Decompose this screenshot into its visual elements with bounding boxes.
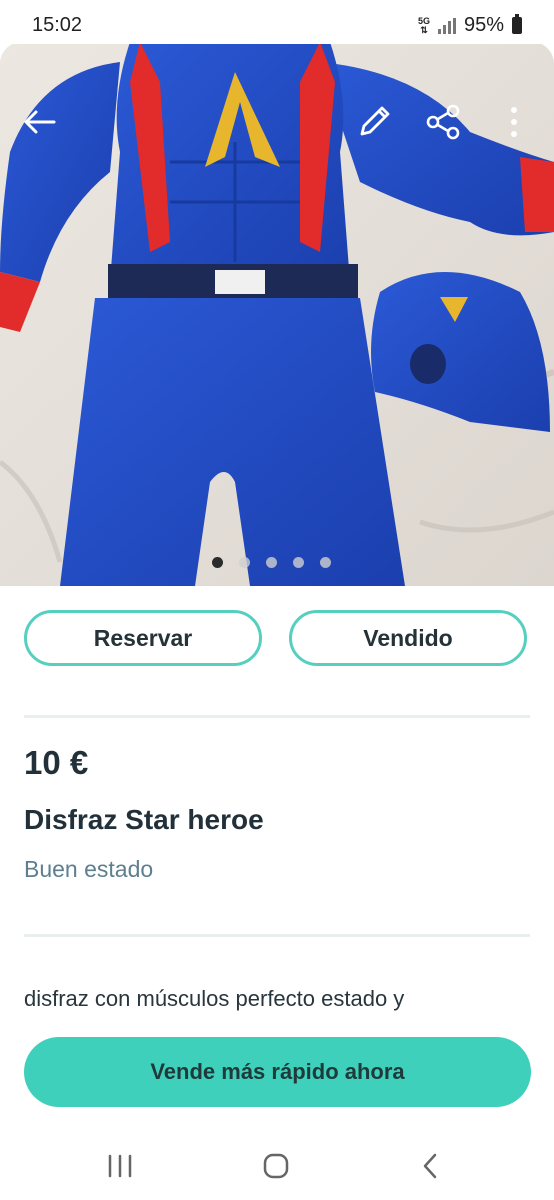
sold-button[interactable]: Vendido [289, 610, 527, 666]
pagination-dot[interactable] [320, 557, 331, 568]
product-image-gallery[interactable] [0, 42, 554, 586]
gallery-pagination [212, 557, 331, 568]
status-indicators: 5G ⇅ 95% [418, 14, 522, 37]
divider [24, 715, 530, 718]
battery-percentage: 95% [463, 14, 504, 36]
condition-label: Buen estado [24, 856, 154, 882]
pagination-dot[interactable] [293, 557, 304, 568]
network-arrows-icon: ⇅ [420, 24, 428, 35]
product-photo [0, 42, 554, 586]
status-bar: 15:02 5G ⇅ 95% [0, 0, 554, 44]
back-icon[interactable] [410, 1150, 450, 1182]
price: 10 € [24, 744, 89, 781]
recent-apps-icon[interactable] [100, 1150, 140, 1182]
listing-title: Disfraz Star heroe [24, 804, 264, 835]
sell-faster-button[interactable]: Vende más rápido ahora [24, 1037, 531, 1107]
network-5g-icon: 5G ⇅ [418, 16, 430, 35]
pagination-dot[interactable] [266, 557, 277, 568]
pagination-dot[interactable] [239, 557, 250, 568]
reserve-button[interactable]: Reservar [24, 610, 262, 666]
system-nav-bar [0, 1130, 554, 1200]
more-vertical-icon[interactable] [494, 102, 534, 142]
share-icon[interactable] [424, 102, 464, 142]
back-arrow-icon[interactable] [20, 102, 60, 142]
edit-pencil-icon[interactable] [354, 102, 394, 142]
divider [24, 934, 530, 937]
home-icon[interactable] [255, 1150, 295, 1182]
listing-description: disfraz con músculos perfecto estado y [24, 986, 405, 1011]
status-time: 15:02 [32, 14, 83, 36]
pagination-dot[interactable] [212, 557, 223, 568]
signal-strength-icon [437, 17, 456, 34]
battery-icon [512, 14, 522, 34]
